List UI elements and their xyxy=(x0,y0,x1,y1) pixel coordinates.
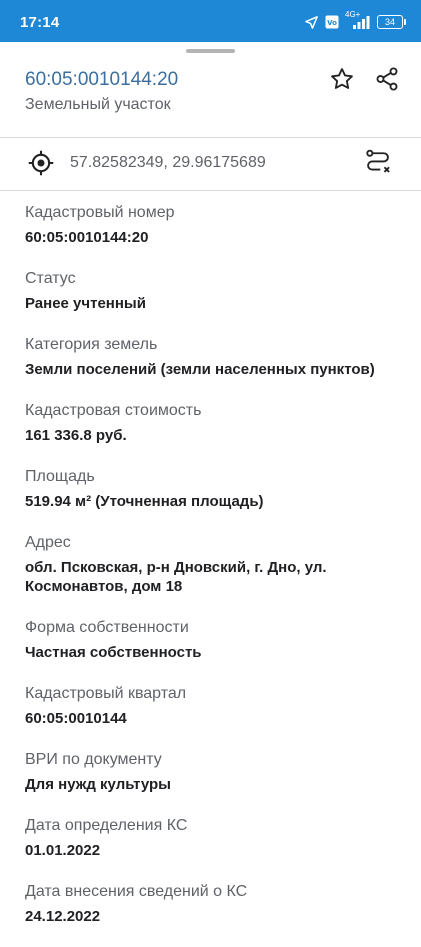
field-status: Статус Ранее учтенный xyxy=(25,268,405,313)
field-area: Площадь 519.94 м² (Уточненная площадь) xyxy=(25,466,405,511)
field-label: Категория земель xyxy=(25,336,158,353)
coordinates-divider xyxy=(0,190,421,191)
field-address: Адрес обл. Псковская, р-н Дновский, г. Д… xyxy=(25,532,405,596)
route-button[interactable] xyxy=(360,146,396,182)
share-icon xyxy=(374,66,400,97)
field-label: Кадастровый номер xyxy=(25,204,175,221)
field-valuation-entry-date: Дата внесения сведений о КС 24.12.2022 xyxy=(25,881,405,926)
field-label: ВРИ по документу xyxy=(25,751,162,768)
parcel-title: 60:05:0010144:20 xyxy=(25,69,179,90)
drag-handle[interactable] xyxy=(186,49,235,53)
field-permitted-use: ВРИ по документу Для нужд культуры xyxy=(25,749,405,794)
parcel-type: Земельный участок xyxy=(25,96,171,113)
field-value[interactable]: Земли поселений (земли населенных пункто… xyxy=(25,360,405,379)
coordinates-row: 57.82582349, 29.96175689 xyxy=(0,138,421,190)
coordinates-text[interactable]: 57.82582349, 29.96175689 xyxy=(70,154,266,172)
field-value[interactable]: 60:05:0010144 xyxy=(25,709,405,728)
field-cadastral-quarter: Кадастровый квартал 60:05:0010144 xyxy=(25,683,405,728)
status-time: 17:14 xyxy=(20,14,60,31)
parcel-fields: Кадастровый номер 60:05:0010144:20 Стату… xyxy=(25,202,405,947)
locate-icon[interactable] xyxy=(26,148,56,178)
field-label: Кадастровая стоимость xyxy=(25,402,202,419)
star-icon xyxy=(329,66,355,97)
field-label: Форма собственности xyxy=(25,619,189,636)
battery-icon: 34 xyxy=(377,15,406,29)
field-ownership-form: Форма собственности Частная собственност… xyxy=(25,617,405,662)
field-label: Площадь xyxy=(25,468,95,485)
field-valuation-date: Дата определения КС 01.01.2022 xyxy=(25,815,405,860)
status-bar: 17:14 Vo 4G+ 34 xyxy=(0,0,421,42)
volte-icon: Vo xyxy=(325,15,339,29)
field-value[interactable]: Для нужд культуры xyxy=(25,775,405,794)
field-value[interactable]: Частная собственность xyxy=(25,643,405,662)
field-value[interactable]: Ранее учтенный xyxy=(25,294,405,313)
svg-text:Vo: Vo xyxy=(327,19,337,27)
field-cadastral-value: Кадастровая стоимость 161 336.8 руб. xyxy=(25,400,405,445)
location-arrow-icon xyxy=(304,15,319,30)
bottom-sheet: 60:05:0010144:20 Земельный участок 57.82… xyxy=(0,42,421,925)
field-label: Статус xyxy=(25,270,76,287)
status-icons: Vo 4G+ 34 xyxy=(304,10,406,32)
field-value[interactable]: 161 336.8 руб. xyxy=(25,426,405,445)
field-label: Кадастровый квартал xyxy=(25,685,187,702)
share-button[interactable] xyxy=(370,64,404,98)
field-value[interactable]: 01.01.2022 xyxy=(25,841,405,860)
route-icon xyxy=(364,148,392,181)
field-value[interactable]: 60:05:0010144:20 xyxy=(25,228,405,247)
field-value[interactable]: 24.12.2022 xyxy=(25,907,405,926)
field-label: Дата определения КС xyxy=(25,817,188,834)
favorite-button[interactable] xyxy=(325,64,359,98)
field-value[interactable]: обл. Псковская, р-н Дновский, г. Дно, ул… xyxy=(25,558,405,596)
field-value[interactable]: 519.94 м² (Уточненная площадь) xyxy=(25,492,405,511)
field-label: Адрес xyxy=(25,534,71,551)
signal-icon: 4G+ xyxy=(345,10,371,30)
field-label: Дата внесения сведений о КС xyxy=(25,883,248,900)
sheet-header: 60:05:0010144:20 Земельный участок xyxy=(0,62,421,137)
field-cadastral-number: Кадастровый номер 60:05:0010144:20 xyxy=(25,202,405,247)
field-land-category: Категория земель Земли поселений (земли … xyxy=(25,334,405,379)
